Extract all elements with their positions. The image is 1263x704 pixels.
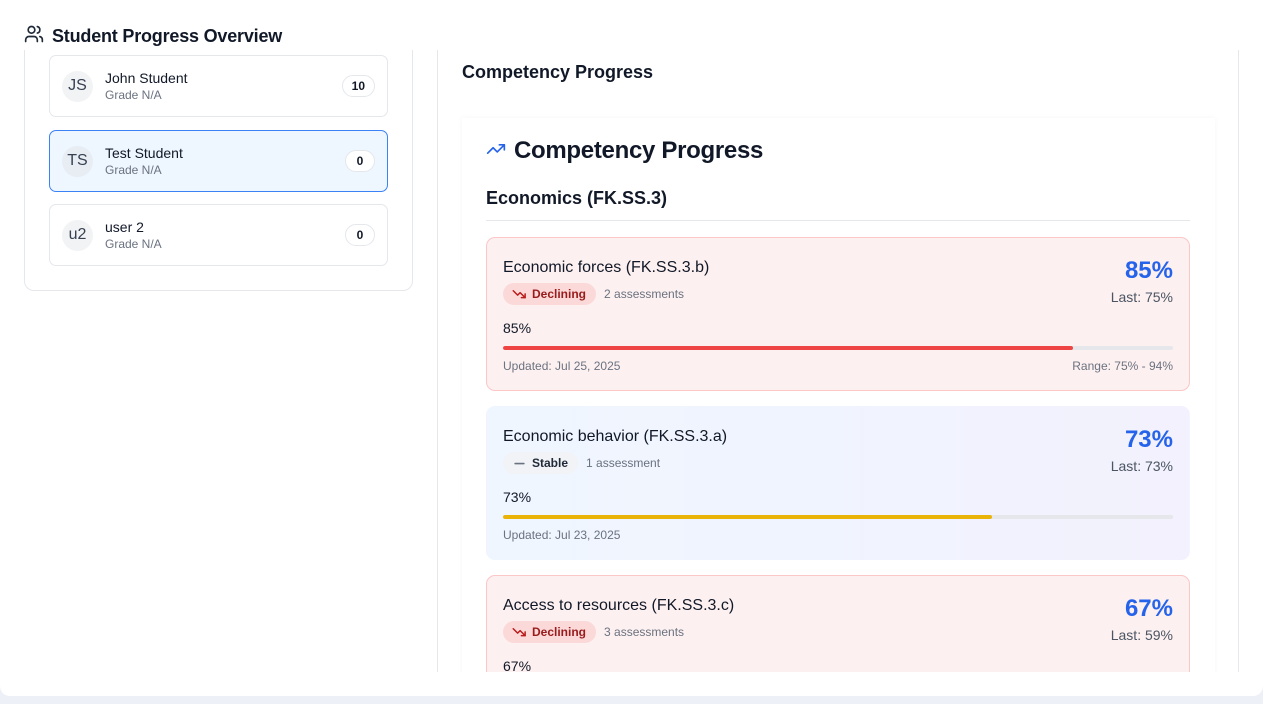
page-title: Student Progress Overview [52, 25, 283, 46]
avatar: TS [62, 145, 93, 177]
progress-label: 85% [503, 320, 532, 336]
last-score: Last: 59% [1110, 627, 1173, 643]
app-window: Student Progress Overview JS John Studen… [0, 0, 1263, 696]
progress-bar [503, 346, 1173, 350]
assessment-count: 3 assessments [604, 625, 685, 639]
assessment-count-badge: 0 [345, 224, 375, 246]
users-icon [24, 24, 44, 49]
student-item-user2[interactable]: u2 user 2 Grade N/A 0 [49, 204, 388, 266]
status-badge: Declining [503, 283, 597, 305]
competency-card-title: Competency Progress [514, 137, 764, 164]
competency-card: Competency Progress Economics (FK.SS.3) … [462, 118, 1215, 672]
competency-item: Access to resources (FK.SS.3.c) Declinin… [486, 575, 1190, 672]
updated-date: Updated: Jul 23, 2025 [503, 528, 621, 542]
competency-name: Access to resources (FK.SS.3.c) [503, 597, 735, 614]
competency-item: Economic forces (FK.SS.3.b) Declining 2 … [486, 237, 1190, 391]
student-list-panel: JS John Student Grade N/A 10 TS Test Stu… [24, 50, 413, 291]
minus-icon [514, 462, 525, 464]
status-badge: Stable [503, 452, 579, 474]
section-title: Competency Progress [462, 62, 654, 82]
assessment-count: 1 assessment [586, 456, 661, 470]
competency-item: Economic behavior (FK.SS.3.a) Stable 1 a… [486, 406, 1190, 560]
student-name: John Student [105, 70, 188, 86]
student-item-john[interactable]: JS John Student Grade N/A 10 [49, 55, 388, 117]
progress-label: 73% [503, 489, 532, 505]
competency-name: Economic forces (FK.SS.3.b) [503, 259, 710, 276]
status-label: Declining [532, 287, 587, 301]
score-range: Range: 75% - 94% [1072, 359, 1173, 373]
student-item-test[interactable]: TS Test Student Grade N/A 0 [49, 130, 388, 192]
status-badge: Declining [503, 621, 597, 643]
trending-up-icon [486, 139, 506, 164]
student-grade: Grade N/A [105, 237, 162, 251]
avatar: u2 [62, 219, 93, 251]
student-name: user 2 [105, 219, 144, 235]
current-score: 67% [1124, 595, 1173, 622]
current-score: 85% [1124, 257, 1173, 284]
assessment-count-badge: 0 [345, 150, 375, 172]
trending-down-icon [512, 627, 526, 636]
student-grade: Grade N/A [105, 163, 162, 177]
trending-down-icon [512, 289, 526, 298]
progress-bar-fill [503, 346, 1073, 350]
last-score: Last: 75% [1110, 289, 1173, 305]
assessment-count: 2 assessments [604, 287, 685, 301]
progress-bar [503, 515, 1173, 519]
competency-card-header: Competency Progress [486, 137, 763, 165]
student-name: Test Student [105, 145, 183, 161]
assessment-count-badge: 10 [341, 75, 375, 97]
status-label: Declining [532, 625, 587, 639]
student-grade: Grade N/A [105, 88, 162, 102]
progress-label: 67% [503, 658, 532, 672]
competency-panel[interactable]: Competency Progress Competency Progress … [437, 50, 1239, 672]
updated-date: Updated: Jul 25, 2025 [503, 359, 621, 373]
avatar: JS [62, 70, 93, 102]
current-score: 73% [1124, 426, 1173, 453]
competency-name: Economic behavior (FK.SS.3.a) [503, 428, 728, 445]
domain-title: Economics (FK.SS.3) [486, 188, 668, 208]
status-label: Stable [532, 456, 569, 470]
progress-bar-fill [503, 515, 993, 519]
divider [486, 220, 1190, 221]
last-score: Last: 73% [1110, 458, 1173, 474]
